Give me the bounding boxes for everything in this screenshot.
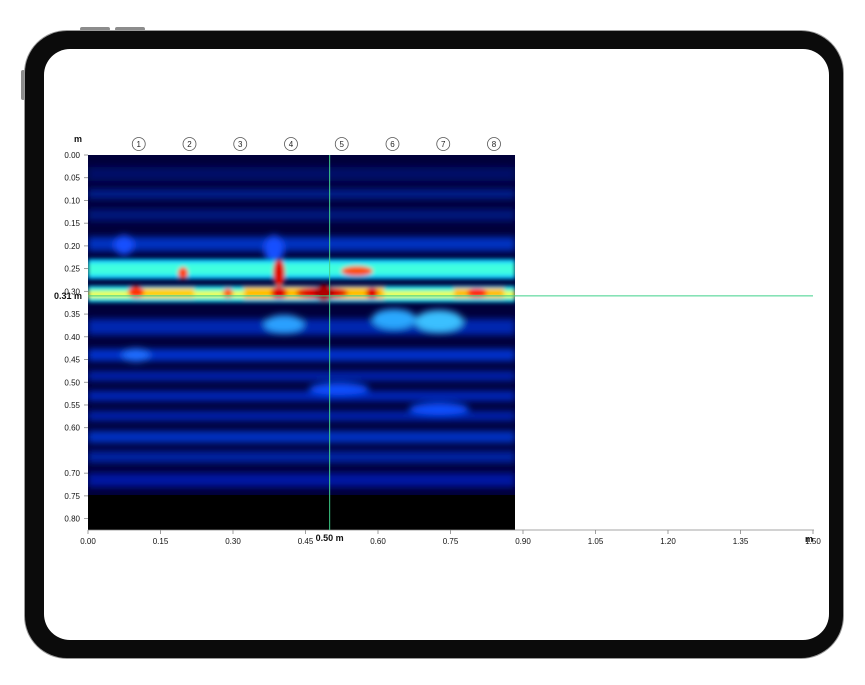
- x-tick-label: 1.35: [733, 537, 749, 546]
- y-tick-label: 0.60: [64, 424, 80, 433]
- x-axis-unit: m: [805, 534, 813, 544]
- depth-cursor-label: 0.31 m: [54, 291, 82, 301]
- y-tick-label: 0.70: [64, 469, 80, 478]
- y-tick-label: 0.55: [64, 401, 80, 410]
- y-tick-label: 0.25: [64, 265, 80, 274]
- channel-marker-label: 4: [289, 140, 294, 149]
- y-tick-label: 0.35: [64, 310, 80, 319]
- position-cursor-label: 0.50 m: [316, 533, 344, 543]
- y-axis-ticks: 0.000.050.100.150.200.250.300.350.400.45…: [64, 151, 88, 524]
- scan-heatmap: [88, 155, 515, 495]
- tablet-screen: 0.00 0.15 0.30 0.45 0.60 0.75 0.90 1.05 1.20 1.35…: [44, 49, 829, 640]
- x-tick-label: 0.15: [153, 537, 169, 546]
- x-tick-label: 0.90: [515, 537, 531, 546]
- channel-marker-label: 6: [390, 140, 395, 149]
- channel-marker-label: 5: [340, 140, 345, 149]
- channel-marker-label: 7: [441, 140, 446, 149]
- y-tick-label: 0.50: [64, 378, 80, 387]
- channel-markers: 1 2 3 4 5 6 7 8: [131, 137, 501, 151]
- channel-marker-label: 8: [492, 140, 497, 149]
- x-axis-ticks: 0.00 0.15 0.30 0.45 0.60 0.75 0.90 1.05 1.20 1.35…: [80, 530, 821, 546]
- y-tick-label: 0.80: [64, 515, 80, 524]
- channel-marker-label: 3: [238, 140, 243, 149]
- x-tick-label: 1.05: [588, 537, 604, 546]
- y-tick-label: 0.10: [64, 196, 80, 205]
- channel-marker-label: 1: [137, 140, 142, 149]
- x-tick-label: 0.00: [80, 537, 96, 546]
- y-tick-label: 0.40: [64, 333, 80, 342]
- x-tick-label: 1.20: [660, 537, 676, 546]
- y-tick-label: 0.15: [64, 219, 80, 228]
- x-tick-label: 0.45: [298, 537, 314, 546]
- y-tick-label: 0.00: [64, 151, 80, 160]
- y-tick-label: 0.75: [64, 492, 80, 501]
- channel-marker-label: 2: [187, 140, 192, 149]
- y-axis-unit: m: [74, 134, 82, 144]
- y-tick-label: 0.05: [64, 174, 80, 183]
- x-tick-label: 0.60: [370, 537, 386, 546]
- y-tick-label: 0.45: [64, 356, 80, 365]
- y-tick-label: 0.20: [64, 242, 80, 251]
- x-tick-label: 0.75: [443, 537, 459, 546]
- radar-scan-chart: 0.00 0.15 0.30 0.45 0.60 0.75 0.90 1.05 1.20 1.35…: [54, 134, 821, 546]
- x-tick-label: 0.30: [225, 537, 241, 546]
